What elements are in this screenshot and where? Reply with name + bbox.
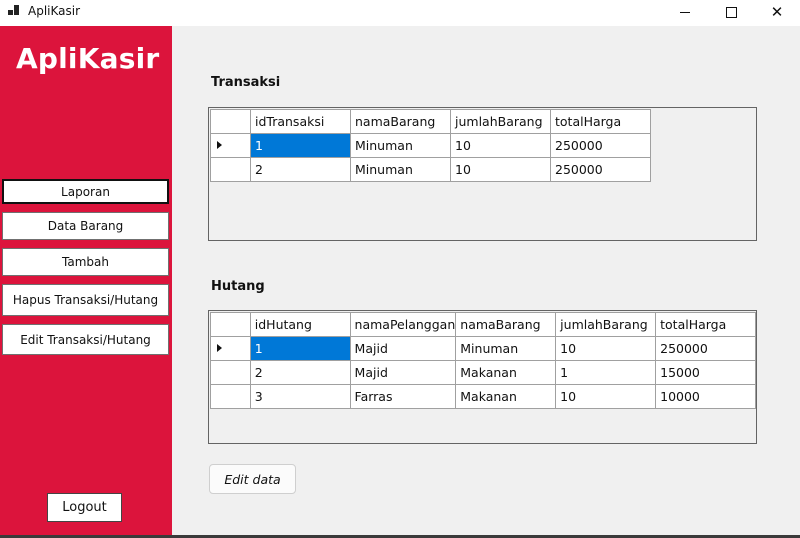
- minimize-button[interactable]: [662, 0, 708, 24]
- column-header[interactable]: idHutang: [249, 312, 351, 337]
- laporan-button[interactable]: Laporan: [2, 179, 169, 204]
- maximize-icon: [725, 6, 737, 18]
- table-row[interactable]: 2 Minuman 10 250000: [210, 157, 651, 182]
- current-row-arrow-icon: [217, 141, 222, 149]
- table-cell[interactable]: 10: [555, 384, 657, 409]
- table-cell[interactable]: Majid: [349, 336, 457, 361]
- transaksi-table: idTransaksi namaBarang jumlahBarang tota…: [210, 109, 651, 182]
- app-icon: [8, 5, 21, 18]
- table-cell[interactable]: 10: [450, 157, 551, 182]
- table-cell[interactable]: 15000: [655, 360, 756, 385]
- logout-button[interactable]: Logout: [47, 493, 122, 522]
- sidebar: ApliKasir Laporan Data Barang Tambah Hap…: [0, 26, 172, 538]
- column-header[interactable]: namaBarang: [350, 109, 451, 134]
- row-header[interactable]: [210, 360, 251, 385]
- table-cell[interactable]: 1: [555, 360, 657, 385]
- row-header-corner[interactable]: [210, 109, 251, 134]
- window-title: ApliKasir: [28, 4, 81, 18]
- table-cell[interactable]: 10000: [655, 384, 756, 409]
- hutang-header-row: idHutang namaPelanggan namaBarang jumlah…: [210, 312, 756, 337]
- hutang-title: Hutang: [211, 279, 265, 294]
- table-row[interactable]: 3 Farras Makanan 10 10000: [210, 384, 756, 409]
- row-header-corner[interactable]: [210, 312, 251, 337]
- close-button[interactable]: ✕: [754, 0, 800, 24]
- column-header[interactable]: idTransaksi: [250, 109, 351, 134]
- column-header[interactable]: namaBarang: [455, 312, 557, 337]
- column-header[interactable]: totalHarga: [655, 312, 756, 337]
- table-cell[interactable]: 2: [250, 157, 351, 182]
- table-cell[interactable]: Makanan: [455, 360, 557, 385]
- table-cell[interactable]: 2: [249, 360, 351, 385]
- hapus-transaksi-hutang-button[interactable]: Hapus Transaksi/Hutang: [2, 284, 169, 316]
- table-cell[interactable]: 3: [249, 384, 351, 409]
- column-header[interactable]: jumlahBarang: [450, 109, 551, 134]
- tambah-button[interactable]: Tambah: [2, 248, 169, 276]
- table-row[interactable]: 1 Minuman 10 250000: [210, 133, 651, 158]
- edit-data-button[interactable]: Edit data: [209, 464, 296, 494]
- table-cell[interactable]: Makanan: [455, 384, 557, 409]
- table-row[interactable]: 2 Majid Makanan 1 15000: [210, 360, 756, 385]
- hutang-grid[interactable]: idHutang namaPelanggan namaBarang jumlah…: [208, 310, 757, 444]
- transaksi-grid[interactable]: idTransaksi namaBarang jumlahBarang tota…: [208, 107, 757, 241]
- maximize-button[interactable]: [708, 0, 754, 24]
- table-cell[interactable]: 250000: [655, 336, 756, 361]
- table-cell[interactable]: 10: [450, 133, 551, 158]
- table-cell[interactable]: 250000: [550, 157, 651, 182]
- table-cell[interactable]: 10: [555, 336, 657, 361]
- table-cell[interactable]: Majid: [349, 360, 457, 385]
- column-header[interactable]: totalHarga: [550, 109, 651, 134]
- data-barang-button[interactable]: Data Barang: [2, 212, 169, 240]
- transaksi-header-row: idTransaksi namaBarang jumlahBarang tota…: [210, 109, 651, 134]
- row-header[interactable]: [210, 133, 251, 158]
- transaksi-title: Transaksi: [211, 75, 281, 90]
- title-bar: ApliKasir ✕: [0, 0, 800, 24]
- table-cell[interactable]: Minuman: [350, 133, 451, 158]
- table-cell[interactable]: Farras: [349, 384, 457, 409]
- table-row[interactable]: 1 Majid Minuman 10 250000: [210, 336, 756, 361]
- table-cell[interactable]: Minuman: [455, 336, 557, 361]
- column-header[interactable]: jumlahBarang: [555, 312, 657, 337]
- current-row-arrow-icon: [217, 344, 222, 352]
- brand-title: ApliKasir: [16, 42, 160, 75]
- main-panel: Transaksi idTransaksi namaBarang jumlahB…: [172, 26, 800, 538]
- column-header[interactable]: namaPelanggan: [349, 312, 457, 337]
- table-cell[interactable]: 250000: [550, 133, 651, 158]
- row-header[interactable]: [210, 157, 251, 182]
- table-cell[interactable]: 1: [250, 133, 351, 158]
- row-header[interactable]: [210, 336, 251, 361]
- table-cell[interactable]: Minuman: [350, 157, 451, 182]
- table-cell[interactable]: 1: [249, 336, 351, 361]
- minimize-icon: [680, 11, 690, 13]
- edit-transaksi-hutang-button[interactable]: Edit Transaksi/Hutang: [2, 324, 169, 355]
- hutang-table: idHutang namaPelanggan namaBarang jumlah…: [210, 312, 756, 409]
- row-header[interactable]: [210, 384, 251, 409]
- close-icon: ✕: [770, 3, 784, 21]
